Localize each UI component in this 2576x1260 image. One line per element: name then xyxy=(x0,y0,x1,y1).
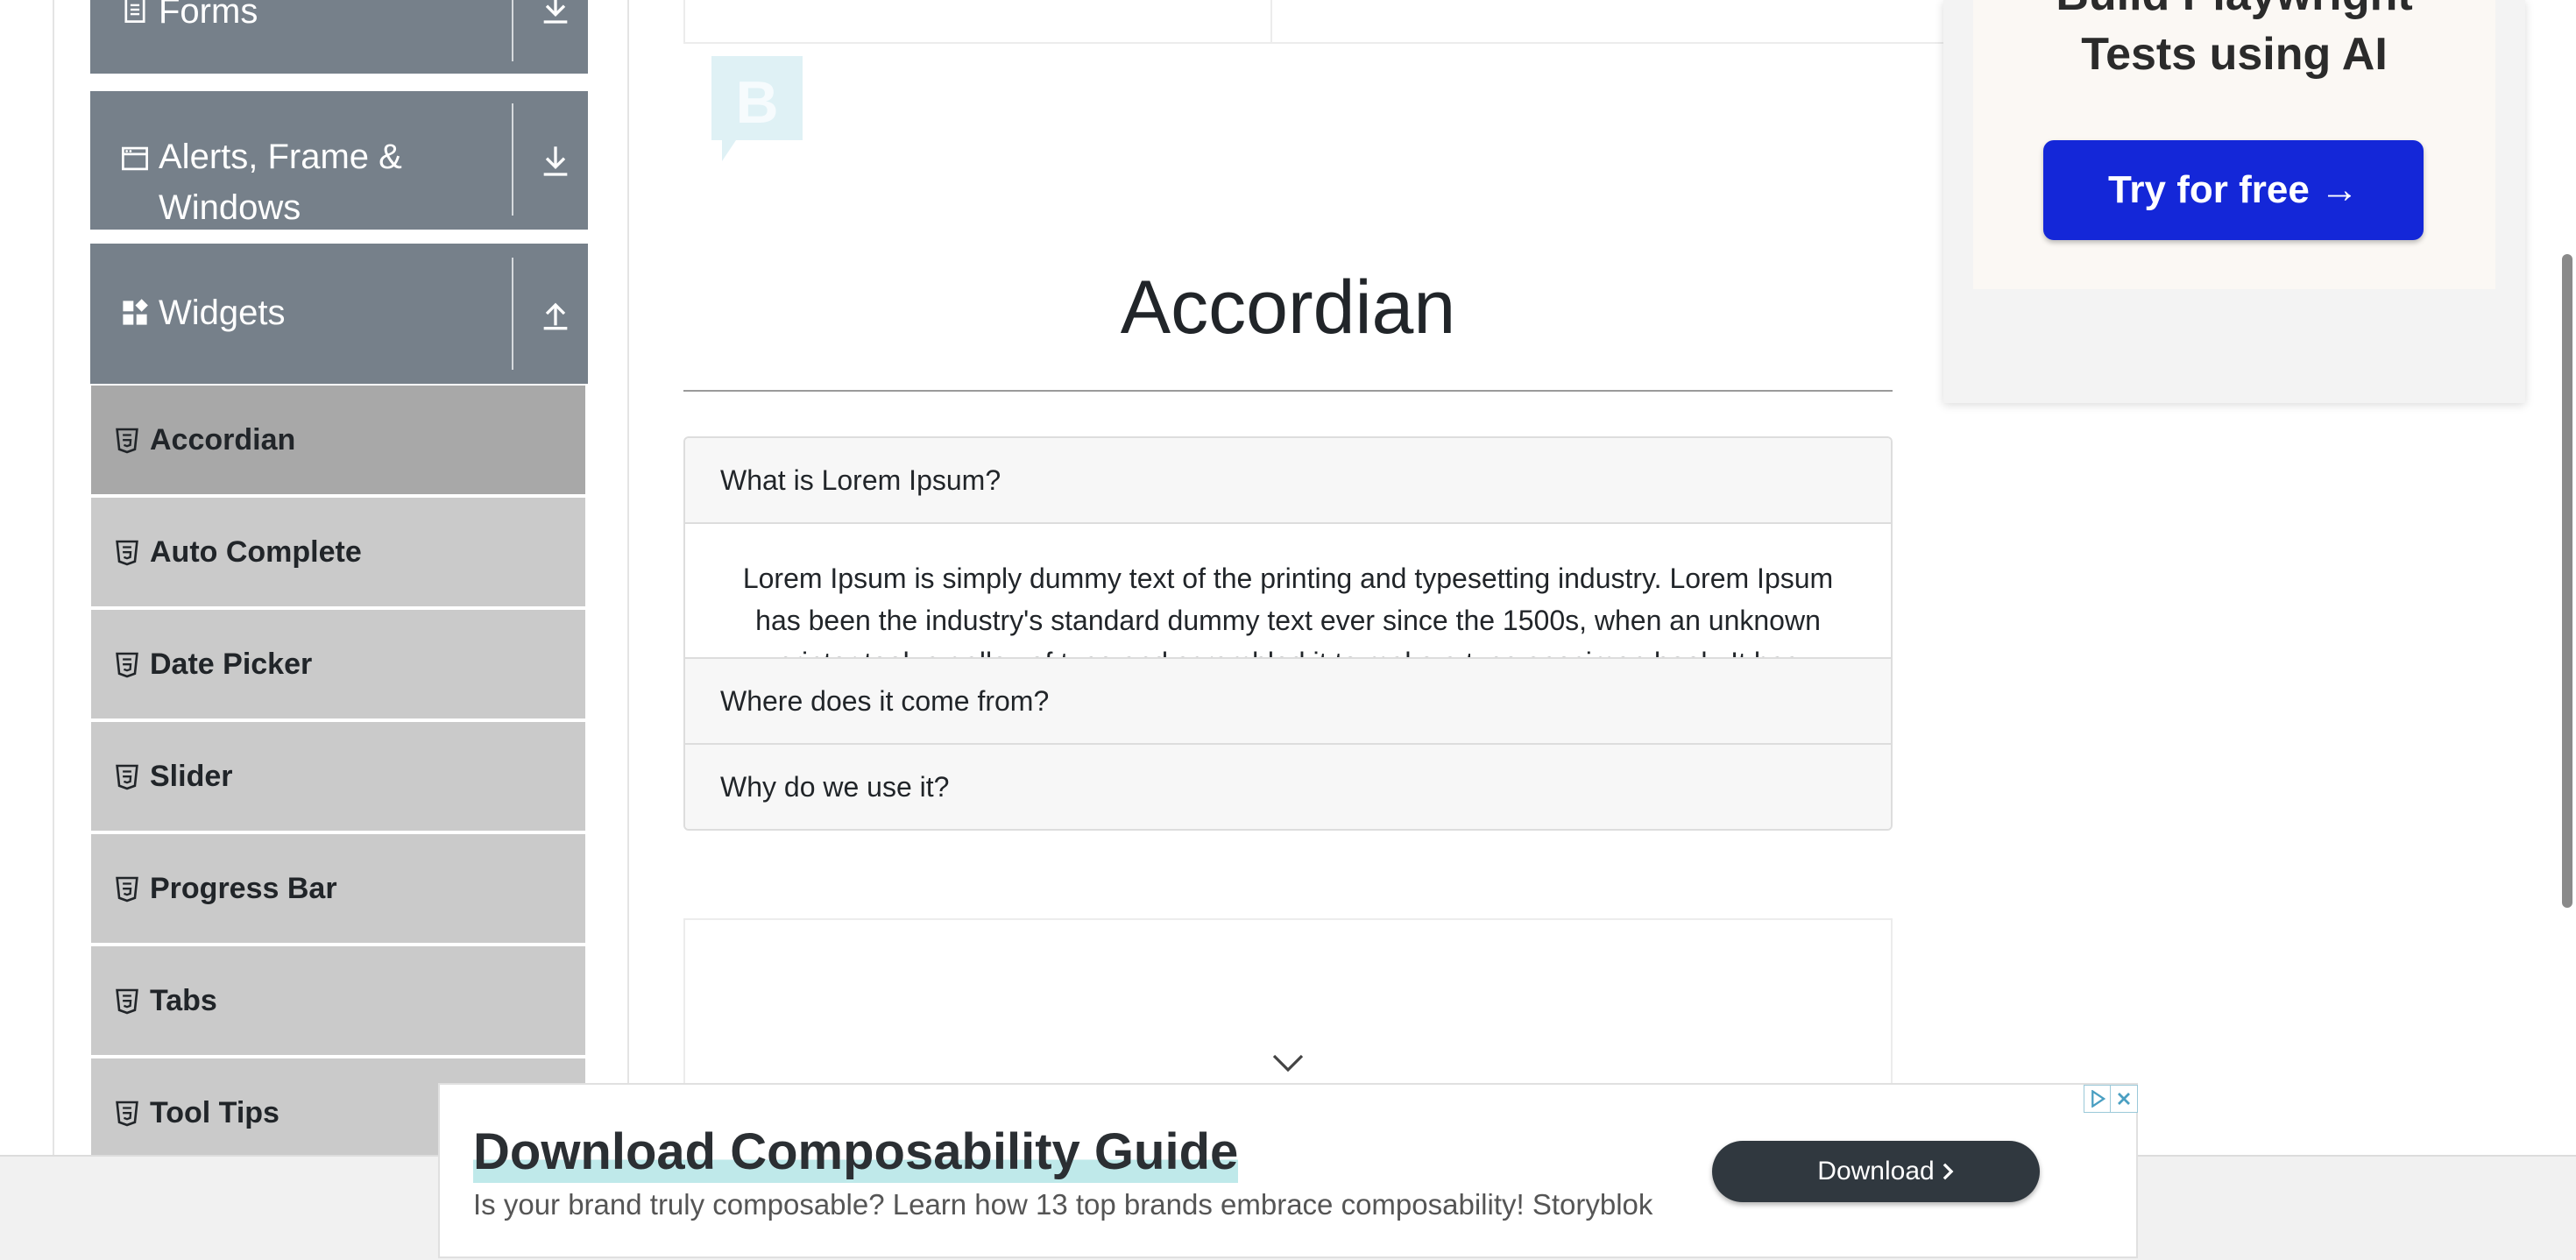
group-divider xyxy=(512,0,513,61)
adchoices-icon[interactable] xyxy=(2084,1085,2112,1113)
window-icon xyxy=(122,146,148,171)
html5-icon xyxy=(116,876,138,903)
html5-icon xyxy=(116,428,138,454)
group-divider xyxy=(512,103,513,216)
widgets-icon xyxy=(123,299,148,325)
group-alerts-label-line2: Windows xyxy=(159,188,301,227)
group-divider xyxy=(512,258,513,370)
html5-icon xyxy=(116,764,138,790)
bottom-ad-title[interactable]: Download Composability Guide xyxy=(473,1122,1239,1183)
top-card xyxy=(683,0,1980,44)
group-widgets-label: Widgets xyxy=(159,294,286,332)
top-card-divider xyxy=(1270,0,1272,42)
download-arrow-icon[interactable] xyxy=(541,144,570,179)
accordion-header-where-does-it-come-from[interactable]: Where does it come from? xyxy=(685,659,1891,743)
right-ad-title-line1: Build Playwright xyxy=(1973,0,2495,25)
accordion-body: Lorem Ipsum is simply dummy text of the … xyxy=(685,524,1891,657)
document-icon xyxy=(124,0,145,23)
accordion-header-why-do-we-use-it[interactable]: Why do we use it? xyxy=(685,745,1891,829)
download-arrow-icon[interactable] xyxy=(541,0,570,26)
sidebar-item-label: Accordian xyxy=(150,423,296,457)
sidebar-item-label: Progress Bar xyxy=(150,872,337,905)
bottom-ad[interactable]: Download Composability Guide Is your bra… xyxy=(438,1083,2138,1258)
sidebar-item-progress-bar[interactable]: Progress Bar xyxy=(91,834,585,943)
accordion-header-what-is-lorem-ipsum[interactable]: What is Lorem Ipsum? xyxy=(685,438,1891,522)
accordion: What is Lorem Ipsum? Lorem Ipsum is simp… xyxy=(683,436,1893,831)
download-button-label: Download xyxy=(1817,1157,1935,1186)
close-icon[interactable] xyxy=(2110,1085,2138,1113)
scrollbar-thumb[interactable] xyxy=(2562,254,2572,908)
right-ad-title-line2: Tests using AI xyxy=(2081,29,2388,80)
right-ad-title: Build Playwright Tests using AI xyxy=(1973,0,2495,84)
page-title: Accordian xyxy=(1120,265,1456,350)
sidebar-item-label: Tabs xyxy=(150,984,217,1017)
bottom-ad-description: Is your brand truly composable? Learn ho… xyxy=(473,1188,1653,1221)
sidebar-item-label: Date Picker xyxy=(150,648,313,681)
chevron-down-icon[interactable] xyxy=(1270,1051,1306,1074)
group-widgets[interactable]: Widgets xyxy=(90,244,588,384)
html5-icon xyxy=(116,1101,138,1127)
title-divider xyxy=(683,390,1893,392)
sidebar-item-tabs[interactable]: Tabs xyxy=(91,946,585,1055)
sidebar-item-label: Auto Complete xyxy=(150,535,362,569)
sidebar-item-accordian[interactable]: Accordian xyxy=(91,386,585,494)
logo-b-icon: B xyxy=(711,56,803,161)
chevron-right-icon xyxy=(1943,1163,1954,1180)
sidebar-item-auto-complete[interactable]: Auto Complete xyxy=(91,498,585,606)
group-alerts-label-line1: Alerts, Frame & xyxy=(159,138,402,176)
sidebar-item-date-picker[interactable]: Date Picker xyxy=(91,610,585,718)
html5-icon xyxy=(116,540,138,566)
accordion-header-label: Where does it come from? xyxy=(720,685,1050,717)
accordion-header-label: Why do we use it? xyxy=(720,771,950,803)
sidebar-item-label: Slider xyxy=(150,760,233,793)
group-forms[interactable]: Forms xyxy=(90,0,588,74)
sidebar-left-border xyxy=(53,0,54,1157)
upload-arrow-icon[interactable] xyxy=(541,296,570,331)
html5-icon xyxy=(116,652,138,678)
svg-text:B: B xyxy=(735,69,778,136)
html5-icon xyxy=(116,988,138,1015)
sidebar-right-border xyxy=(627,0,629,1157)
group-forms-label: Forms xyxy=(159,0,258,31)
accordion-header-label: What is Lorem Ipsum? xyxy=(720,464,1001,496)
sidebar-item-slider[interactable]: Slider xyxy=(91,722,585,831)
download-button[interactable]: Download xyxy=(1712,1141,2040,1202)
accordion-body-text: Lorem Ipsum is simply dummy text of the … xyxy=(742,563,1834,657)
group-alerts-frame-windows[interactable]: Alerts, Frame & Windows xyxy=(90,91,588,230)
sidebar-item-label: Tool Tips xyxy=(150,1096,280,1129)
try-for-free-button[interactable]: Try for free → xyxy=(2043,140,2424,240)
